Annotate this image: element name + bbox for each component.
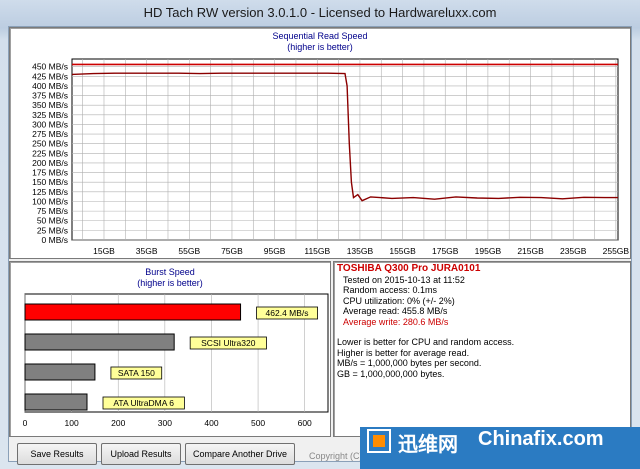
save-results-button[interactable]: Save Results [17,443,97,465]
burst-xtick-label: 300 [158,418,172,428]
burst-xtick-label: 0 [23,418,28,428]
drive-name: TOSHIBA Q300 Pro JURA0101 [337,263,481,274]
note-gb: GB = 1,000,000,000 bytes. [337,368,445,379]
seq-xtick-label: 135GB [347,246,374,256]
seq-ytick-label: 275 MB/s [32,129,68,139]
watermark-cn-text: 迅维网 [398,434,458,456]
note-higher-better: Higher is better for average read. [337,347,470,358]
seq-xtick-label: 195GB [475,246,502,256]
seq-xtick-label: 235GB [560,246,587,256]
seq-ytick-label: 0 MB/s [42,235,68,245]
burst-bar-label: SATA 150 [118,368,155,378]
burst-xtick-label: 200 [111,418,125,428]
seq-xtick-label: 255GB [603,246,630,256]
burst-xtick-label: 100 [65,418,79,428]
burst-bar-reference [24,363,96,381]
results-info: TOSHIBA Q300 Pro JURA0101 Tested on 2015… [337,263,515,379]
window: HD Tach RW version 3.0.1.0 - Licensed to… [0,0,640,469]
burst-bar-label: ATA UltraDMA 6 [113,398,174,408]
average-read: Average read: 455.8 MB/s [343,306,448,316]
seq-ytick-label: 75 MB/s [37,206,68,216]
burst-xtick-label: 500 [251,418,265,428]
seq-ytick-label: 350 MB/s [32,100,68,110]
seq-ytick-label: 375 MB/s [32,91,68,101]
seq-ytick-label: 250 MB/s [32,139,68,149]
seq-ytick-label: 175 MB/s [32,168,68,178]
results-info-panel: TOSHIBA Q300 Pro JURA0101 Tested on 2015… [333,261,631,437]
seq-xtick-label: 115GB [304,246,330,256]
upload-results-label: Upload Results [110,449,172,459]
client-area: Sequential Read Speed (higher is better)… [8,26,632,465]
seq-ytick-label: 25 MB/s [37,225,68,235]
note-lower-better: Lower is better for CPU and random acces… [337,337,515,347]
seq-xtick-label: 55GB [178,246,200,256]
seq-ytick-label: 400 MB/s [32,81,68,91]
seq-ytick-label: 300 MB/s [32,119,68,129]
cpu-utilization: CPU utilization: 0% (+/- 2%) [343,295,455,306]
seq-ytick-label: 325 MB/s [32,110,68,120]
random-access: Random access: 0.1ms [343,285,438,295]
sequential-read-panel: Sequential Read Speed (higher is better)… [9,27,631,259]
burst-speed-chart: 0 100 200 300 400 500 600 462.4 MB/s SCSI Ultra3… [23,293,329,428]
seq-xtick-label: 175GB [432,246,459,256]
seq-xtick-label: 155GB [389,246,416,256]
upload-results-button[interactable]: Upload Results [101,443,181,465]
seq-xtick-label: 215GB [517,246,544,256]
window-title: HD Tach RW version 3.0.1.0 - Licensed to… [143,5,497,20]
burst-bar-tested [24,303,242,321]
sequential-read-chart: 0 MB/s25 MB/s50 MB/s75 MB/s100 MB/s125 M… [32,58,630,256]
seq-ytick-label: 100 MB/s [32,196,68,206]
seq-xtick-label: 75GB [221,246,243,256]
seq-ytick-label: 200 MB/s [32,158,68,168]
compare-another-drive-button[interactable]: Compare Another Drive [185,443,295,465]
burst-speed-panel: Burst Speed (higher is better) 0 100 200 30… [9,261,331,437]
burst-xtick-label: 400 [204,418,218,428]
save-results-label: Save Results [30,449,84,459]
seq-ytick-label: 50 MB/s [37,216,68,226]
burst-bar-label: SCSI Ultra320 [201,338,256,348]
seq-ytick-label: 125 MB/s [32,187,68,197]
burst-xtick-label: 600 [298,418,312,428]
burst-bar-reference [24,333,175,351]
seq-xtick-label: 15GB [93,246,115,256]
note-mbs: MB/s = 1,000,000 bytes per second. [337,358,482,368]
burst-bar-reference [24,393,88,411]
seq-ytick-label: 425 MB/s [32,71,68,81]
watermark-en-text: Chinafix.com [478,428,604,450]
compare-another-drive-label: Compare Another Drive [192,449,288,459]
burst-bar-label: 462.4 MB/s [266,308,309,318]
seq-ytick-label: 225 MB/s [32,148,68,158]
seq-ytick-label: 150 MB/s [32,177,68,187]
watermark-logo-icon [367,429,391,453]
seq-xtick-label: 35GB [136,246,158,256]
seq-ytick-label: 450 MB/s [32,62,68,72]
tested-on: Tested on 2015-10-13 at 11:52 [343,274,465,285]
seq-xtick-label: 95GB [264,246,286,256]
average-write: Average write: 280.6 MB/s [343,316,449,327]
